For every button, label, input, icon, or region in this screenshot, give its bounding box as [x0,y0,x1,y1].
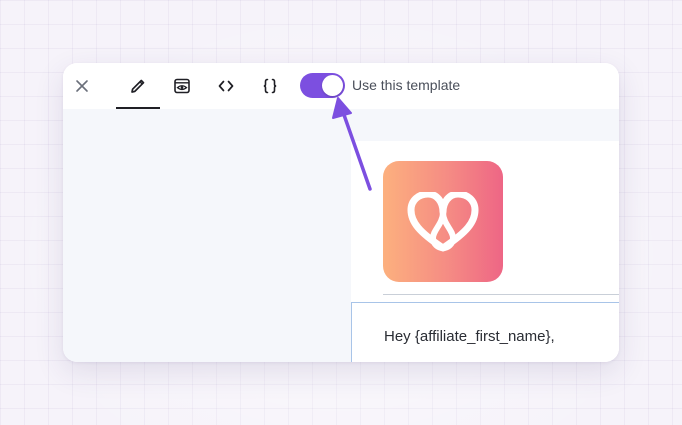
toggle-knob [322,75,343,96]
tab-edit[interactable] [116,63,160,109]
tab-preview[interactable] [160,63,204,109]
email-preview: Hey {affiliate_first_name}, [351,109,619,362]
use-template-label: Use this template [352,77,461,93]
greeting-text: Hey {affiliate_first_name}, [384,328,555,345]
tab-code[interactable] [204,63,248,109]
template-editor-panel: Use this template Hey {affiliate_first_n… [63,63,619,362]
use-template-toggle[interactable] [300,73,345,98]
logo-divider [383,294,619,295]
brand-logo [383,161,503,282]
editor-sidebar [63,109,351,362]
heart-loop-logo [407,191,479,251]
curly-braces-icon [263,78,277,94]
code-brackets-icon [218,80,234,92]
tab-variables[interactable] [248,63,292,109]
email-top-strip [351,109,619,141]
close-icon [76,80,88,92]
pencil-icon [131,79,145,93]
close-button[interactable] [71,63,93,109]
eye-window-icon [174,78,190,94]
greeting-block[interactable]: Hey {affiliate_first_name}, [351,302,619,362]
editor-toolbar: Use this template [63,63,619,109]
